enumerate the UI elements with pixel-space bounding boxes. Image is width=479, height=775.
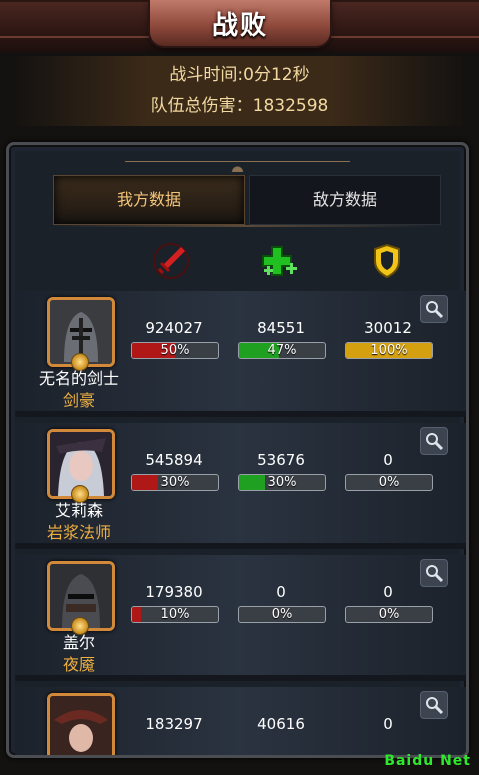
search-icon[interactable] xyxy=(420,295,448,323)
damage-value: 179380 xyxy=(145,583,203,601)
hero-name: 无名的剑士 xyxy=(38,369,119,388)
heal-value: 53676 xyxy=(257,451,305,469)
damage-bar: 10% xyxy=(131,606,219,623)
tank-percent: 0% xyxy=(378,607,400,622)
heal-percent: 30% xyxy=(267,475,297,490)
tank-value: 30012 xyxy=(364,319,412,337)
tab-bar: 我方数据 敌方数据 xyxy=(53,175,441,225)
heal-bar: 30% xyxy=(238,474,326,491)
sword-icon xyxy=(151,241,191,281)
header-banner: 战败 xyxy=(0,0,479,52)
stats-panel-inner: 我方数据 敌方数据 无名的剑士 剑豪 924027 50% 84551 47% … xyxy=(15,151,466,755)
battle-summary: 战斗时间:0分12秒 队伍总伤害：1832598 xyxy=(14,56,465,126)
tank-bar: 0% xyxy=(345,606,433,623)
total-damage: 队伍总伤害：1832598 xyxy=(150,96,329,116)
banner-right-wing xyxy=(329,2,479,38)
hero-row[interactable]: 无名的剑士 剑豪 924027 50% 84551 47% 30012 100% xyxy=(15,291,466,417)
damage-bar: 50% xyxy=(131,342,219,359)
tank-bar: 100% xyxy=(345,342,433,359)
damage-value: 183297 xyxy=(145,715,203,733)
heal-value: 40616 xyxy=(257,715,305,733)
damage-percent: 50% xyxy=(160,343,190,358)
hero-class: 岩浆法师 xyxy=(46,523,111,542)
shield-icon xyxy=(367,241,407,281)
battle-time: 战斗时间:0分12秒 xyxy=(169,65,310,85)
heal-cross-icon xyxy=(258,241,298,281)
heal-percent: 47% xyxy=(267,343,297,358)
tab-our-data[interactable]: 我方数据 xyxy=(53,175,245,225)
page-title: 战败 xyxy=(211,11,268,41)
tank-bar: 0% xyxy=(345,474,433,491)
hero-name: 艾莉森 xyxy=(54,501,103,520)
search-icon[interactable] xyxy=(420,691,448,719)
hero-name: 盖尔 xyxy=(62,633,95,652)
tab-divider xyxy=(53,225,437,227)
search-icon[interactable] xyxy=(420,427,448,455)
damage-value: 924027 xyxy=(145,319,203,337)
damage-bar: 30% xyxy=(131,474,219,491)
heal-percent: 0% xyxy=(271,607,293,622)
banner-left-wing xyxy=(0,2,150,38)
heal-bar: 47% xyxy=(238,342,326,359)
tank-value: 0 xyxy=(383,451,393,469)
damage-value: 545894 xyxy=(145,451,203,469)
hero-class: 夜魇 xyxy=(62,655,95,674)
column-icons xyxy=(15,241,466,285)
damage-percent: 10% xyxy=(160,607,190,622)
tank-percent: 0% xyxy=(378,475,400,490)
stats-panel: 我方数据 敌方数据 无名的剑士 剑豪 924027 50% 84551 47% … xyxy=(6,142,469,758)
hero-row[interactable]: 盖尔 夜魇 179380 10% 0 0% 0 0% xyxy=(15,555,466,681)
tank-value: 0 xyxy=(383,583,393,601)
search-icon[interactable] xyxy=(420,559,448,587)
heal-value: 84551 xyxy=(257,319,305,337)
hero-row[interactable]: 183297 40616 0 xyxy=(15,687,466,755)
heal-bar: 0% xyxy=(238,606,326,623)
hero-row[interactable]: 艾莉森 岩浆法师 545894 30% 53676 30% 0 0% xyxy=(15,423,466,549)
tank-percent: 100% xyxy=(370,343,408,358)
row-separator xyxy=(15,411,466,417)
tab-enemy-data[interactable]: 敌方数据 xyxy=(249,175,441,225)
damage-percent: 30% xyxy=(160,475,190,490)
panel-ornament xyxy=(125,161,350,172)
hero-class: 剑豪 xyxy=(62,391,95,410)
hero-portrait[interactable] xyxy=(47,693,115,755)
row-separator xyxy=(15,675,466,681)
watermark: Baidu Net xyxy=(384,753,471,769)
tank-value: 0 xyxy=(383,715,393,733)
row-separator xyxy=(15,543,466,549)
heal-value: 0 xyxy=(276,583,286,601)
